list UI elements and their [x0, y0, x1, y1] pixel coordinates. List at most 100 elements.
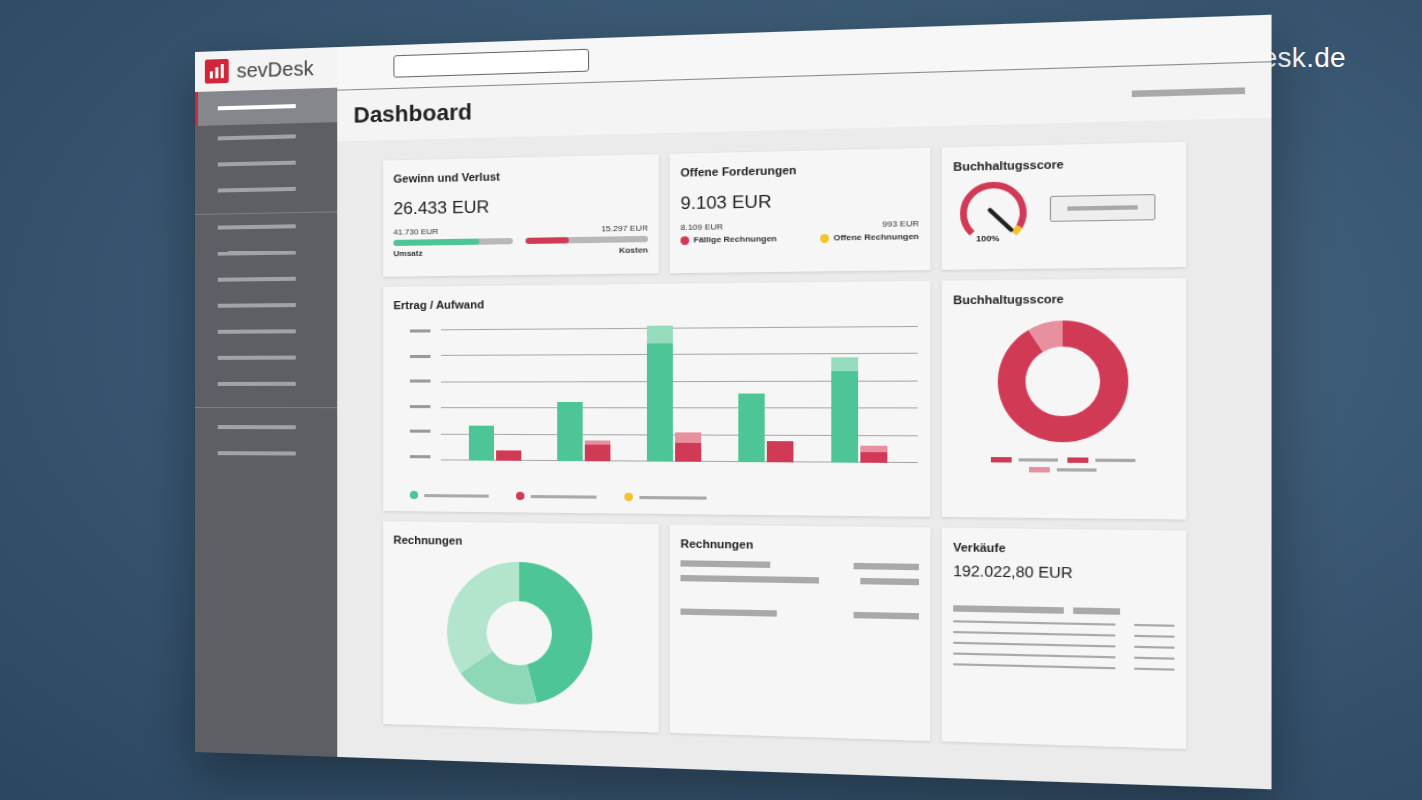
bar[interactable]	[647, 343, 673, 462]
sales-row[interactable]	[953, 642, 1174, 649]
score-gauge-card[interactable]: Buchhaltugsscore 100%	[942, 142, 1187, 270]
nav-label-placeholder	[218, 224, 296, 229]
nav-label-placeholder	[218, 134, 296, 140]
row-placeholder	[953, 663, 1115, 669]
revenue-amount: 41.730 EUR	[393, 226, 512, 237]
bar[interactable]	[647, 325, 673, 343]
sales-list	[953, 605, 1174, 671]
nav-label-placeholder	[218, 303, 296, 308]
scene: sevDesk.de sevDesk Dashboard Gewinn und …	[0, 0, 1422, 800]
card-title: Gewinn und Verlust	[393, 167, 648, 185]
sales-row[interactable]	[953, 631, 1174, 638]
bar[interactable]	[675, 432, 701, 443]
gauge-button-placeholder[interactable]	[1050, 194, 1156, 222]
legend-item	[516, 492, 597, 501]
donut-chart	[443, 557, 597, 711]
sidebar-item[interactable]	[195, 148, 337, 178]
sidebar-item[interactable]	[195, 265, 337, 293]
search-field[interactable]	[393, 49, 589, 78]
sales-row[interactable]	[953, 652, 1174, 659]
legend-item	[410, 491, 489, 500]
sidebar-item[interactable]	[195, 440, 337, 467]
revenue-label: Umsatz	[393, 247, 512, 258]
bar[interactable]	[831, 371, 858, 463]
profit-card[interactable]: Gewinn und Verlust 26.433 EUR 41.730 EUR…	[383, 154, 659, 277]
row-placeholder	[1134, 646, 1174, 649]
row-placeholder	[854, 612, 919, 620]
sales-card[interactable]: Verkäufe 192.022,80 EUR	[942, 528, 1187, 749]
invoice-row[interactable]	[680, 575, 919, 585]
nav-label-placeholder	[218, 425, 296, 429]
invoice-row[interactable]	[680, 608, 919, 619]
bar[interactable]	[585, 445, 611, 462]
receivables-metrics: 8.109 EUR Fällige Rechnungen993 EUR Offe…	[680, 219, 919, 245]
chart-card[interactable]: Ertrag / Aufwand	[383, 281, 930, 517]
card-title: Verkäufe	[953, 541, 1174, 557]
bar-chart	[393, 326, 919, 463]
row-placeholder	[680, 608, 776, 616]
sidebar-item[interactable]	[195, 122, 337, 152]
bar[interactable]	[675, 443, 701, 462]
bar-chart-logo-icon	[205, 59, 229, 84]
card-title: Offene Forderungen	[680, 161, 919, 179]
row-placeholder	[680, 560, 770, 568]
donut-wrap	[393, 556, 648, 712]
invoices-donut-card[interactable]: Rechnungen	[383, 521, 659, 732]
receivables-card[interactable]: Offene Forderungen 9.103 EUR 8.109 EUR F…	[670, 148, 931, 273]
sales-row[interactable]	[953, 620, 1174, 627]
donut-segment[interactable]	[467, 581, 572, 687]
user-placeholder[interactable]	[1132, 87, 1245, 97]
bar[interactable]	[496, 450, 521, 461]
bar-group	[647, 325, 701, 462]
sidebar-item[interactable]	[195, 88, 337, 126]
sidebar-item[interactable]	[195, 344, 337, 371]
sidebar-item[interactable]	[195, 414, 337, 441]
bar[interactable]	[831, 358, 858, 371]
costs-label: Kosten	[619, 245, 648, 255]
bar[interactable]	[767, 441, 794, 462]
legend-item	[624, 493, 706, 502]
bar[interactable]	[860, 452, 887, 463]
card-title: Rechnungen	[680, 537, 919, 553]
donut-chart	[993, 316, 1133, 447]
main: Dashboard Gewinn und Verlust 26.433 EUR …	[337, 15, 1271, 790]
bar-stack	[675, 432, 701, 462]
sidebar-item[interactable]	[195, 318, 337, 345]
sidebar-item[interactable]	[195, 291, 337, 319]
bar-stack	[831, 358, 858, 463]
donut-segment[interactable]	[467, 581, 572, 687]
invoice-row[interactable]	[680, 560, 919, 570]
nav-label-placeholder	[218, 451, 296, 455]
legend-swatch	[991, 457, 1012, 463]
sales-row[interactable]	[953, 663, 1174, 671]
nav-label-placeholder	[218, 356, 296, 360]
bar[interactable]	[469, 426, 494, 461]
gridline	[441, 353, 918, 356]
row-placeholder	[1073, 607, 1120, 614]
tick-placeholder	[410, 455, 431, 458]
revenue-track	[393, 238, 512, 246]
bar[interactable]	[557, 402, 582, 461]
donut-segment[interactable]	[1012, 333, 1114, 429]
donut-segment[interactable]	[467, 581, 572, 687]
receivable-label: Offene Rechnungen	[833, 232, 919, 243]
nav-group	[195, 212, 337, 408]
score-donut-card[interactable]: Buchhaltugsscore	[942, 278, 1187, 520]
revenue-fill	[393, 239, 479, 246]
logo[interactable]: sevDesk	[195, 47, 337, 92]
invoices-list-card[interactable]: Rechnungen	[670, 524, 931, 741]
sidebar-item[interactable]	[195, 175, 337, 204]
tick-placeholder	[410, 380, 431, 383]
row-placeholder	[1134, 657, 1174, 660]
donut-segment[interactable]	[1012, 333, 1114, 429]
bar[interactable]	[738, 393, 764, 462]
receivable-legend: Offene Rechnungen	[820, 232, 919, 243]
tick-placeholder	[410, 329, 431, 332]
gauge-row: 100%	[953, 173, 1174, 244]
sidebar-item[interactable]	[195, 239, 337, 267]
legend-swatch	[1067, 457, 1088, 463]
sidebar-item[interactable]	[195, 212, 337, 241]
sidebar-item[interactable]	[195, 371, 337, 397]
bar-stack	[469, 426, 494, 461]
bar-group	[831, 357, 887, 462]
